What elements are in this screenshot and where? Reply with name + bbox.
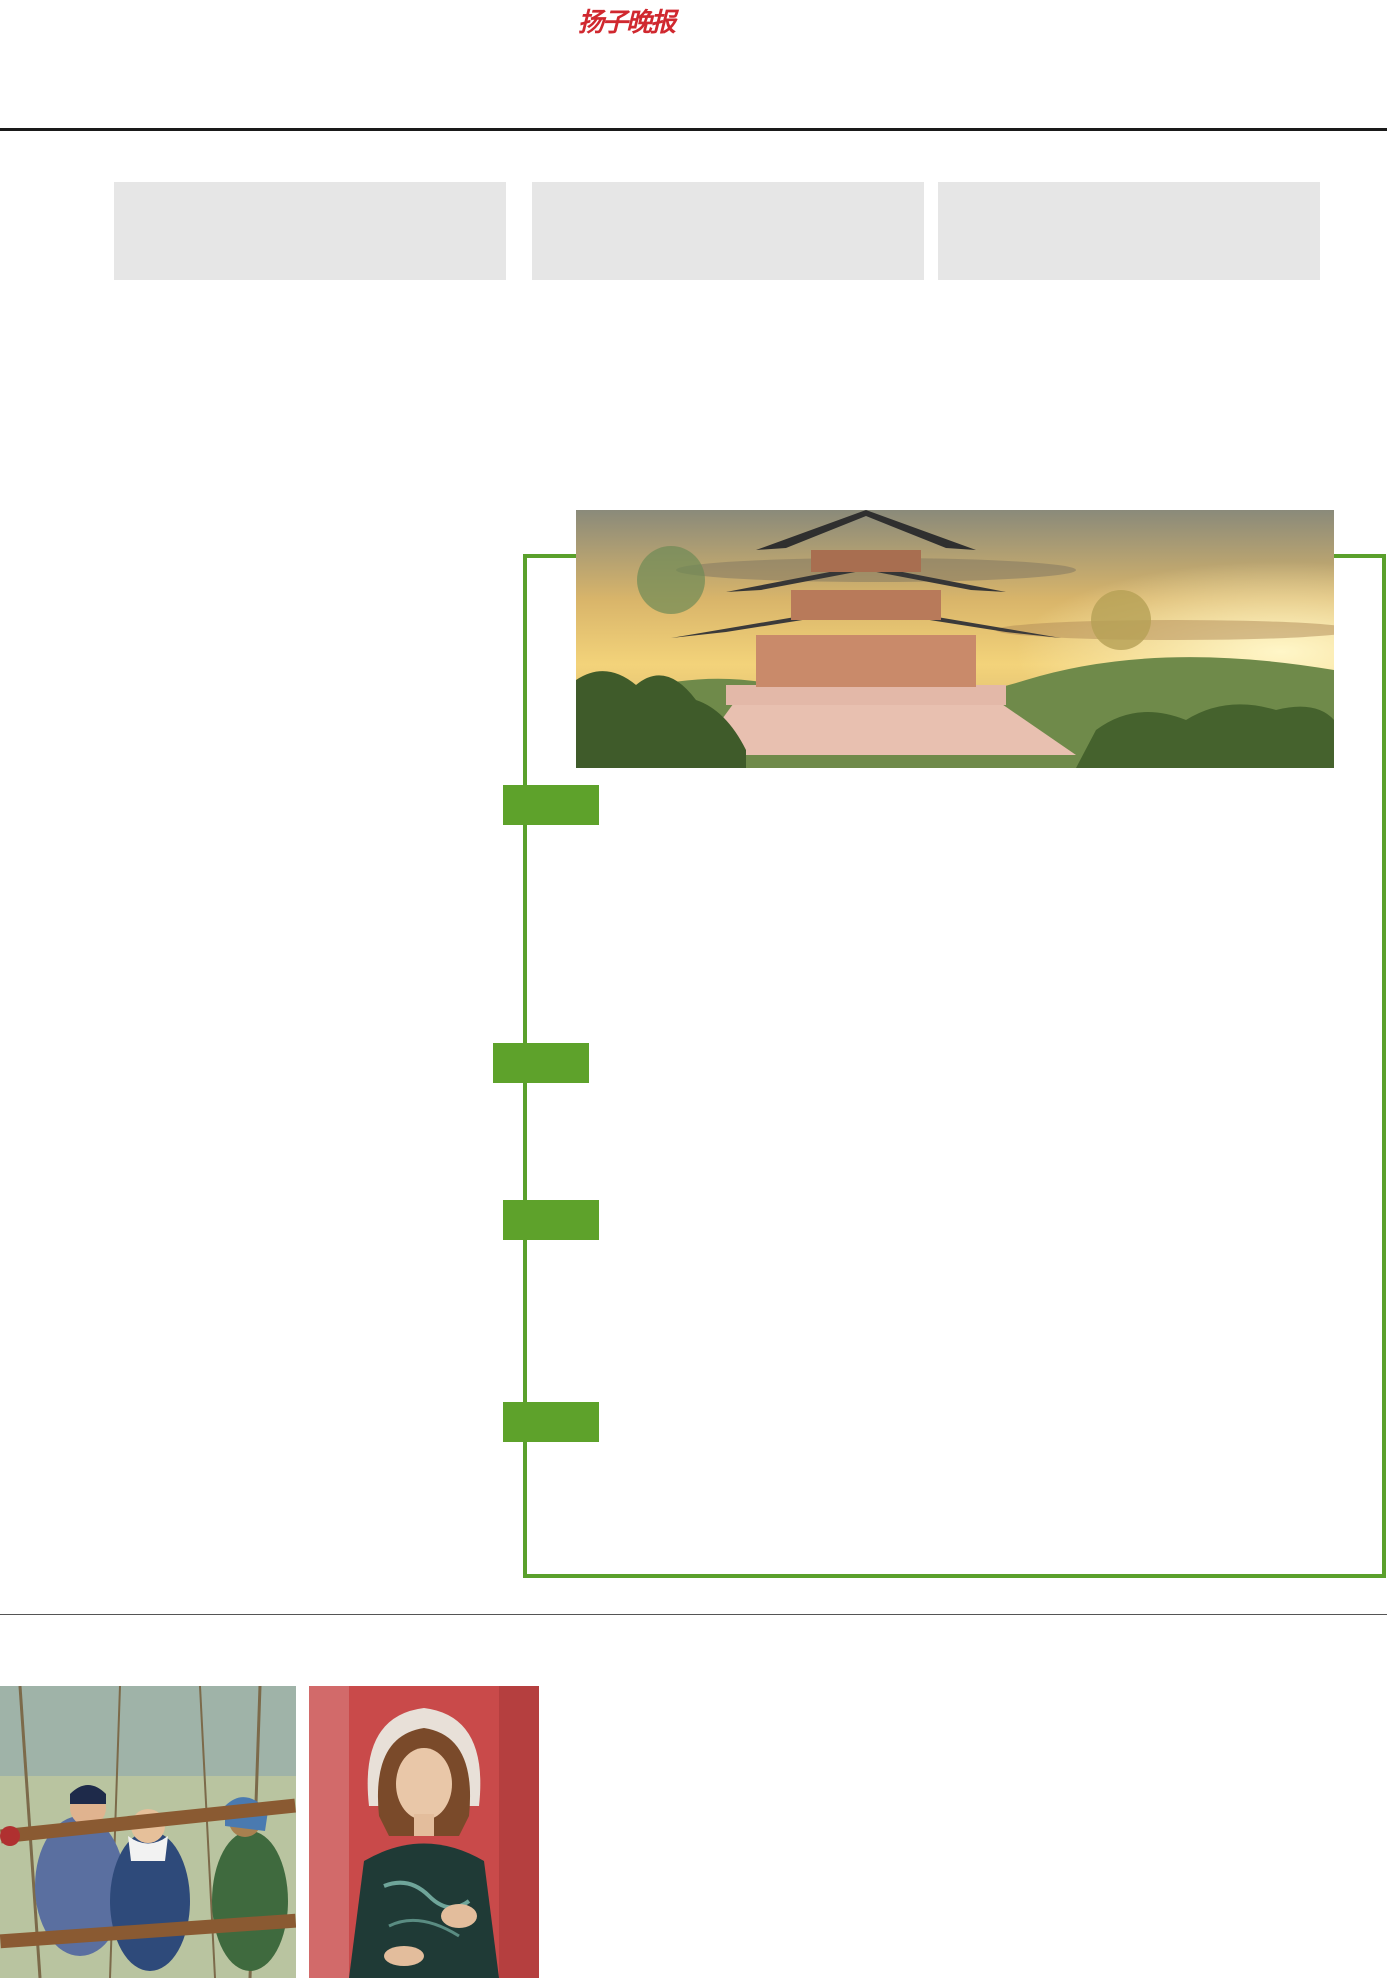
promo-box xyxy=(532,182,924,280)
pagoda-temple-icon xyxy=(576,510,1334,768)
promo-box xyxy=(114,182,506,280)
section-divider xyxy=(0,1614,1387,1615)
section-tab xyxy=(493,1043,589,1083)
section-tab xyxy=(503,1402,599,1442)
promo-box xyxy=(938,182,1320,280)
section-tab xyxy=(503,785,599,825)
painting-image xyxy=(309,1686,539,1978)
section-tab xyxy=(503,1200,599,1240)
header-divider xyxy=(0,128,1387,131)
painting-image xyxy=(0,1686,296,1978)
newspaper-logo: 扬子晚报 xyxy=(578,8,676,38)
woman-portrait-painting-icon xyxy=(309,1686,539,1978)
temple-photo xyxy=(576,510,1334,768)
three-women-painting-icon xyxy=(0,1686,296,1978)
